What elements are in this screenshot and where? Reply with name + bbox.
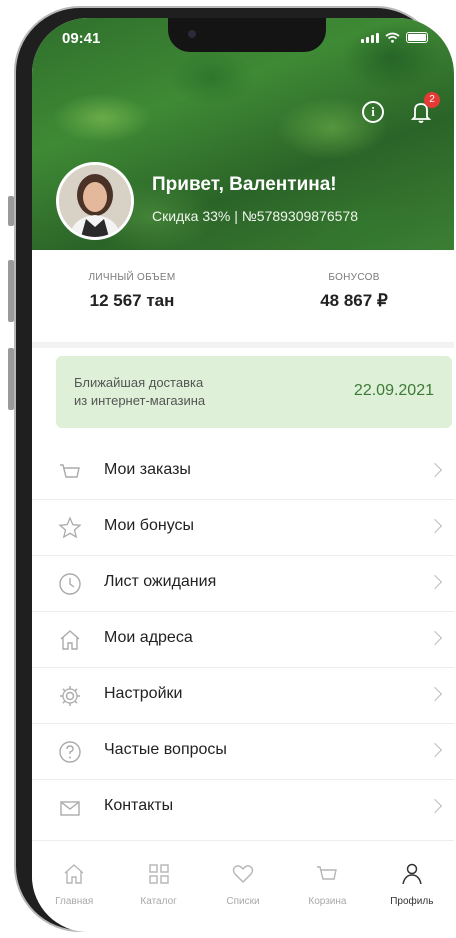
tab-label: Списки bbox=[226, 896, 260, 907]
chevron-right-icon bbox=[427, 630, 443, 646]
bonus-stat: БОНУСОВ 48 867 ₽ bbox=[294, 272, 414, 311]
profile-menu: Мои заказы Мои бонусы Лист ожидания Мои … bbox=[32, 444, 454, 835]
info-icon[interactable]: i bbox=[362, 101, 384, 123]
profile-header: 09:41 i 2 Привет, Валентина! Скидка 33% … bbox=[32, 18, 454, 250]
cart-icon bbox=[60, 464, 80, 478]
chevron-right-icon bbox=[427, 518, 443, 534]
app-screen: 09:41 i 2 Привет, Валентина! Скидка 33% … bbox=[32, 18, 454, 932]
tab-label: Корзина bbox=[308, 896, 347, 907]
chevron-right-icon bbox=[427, 742, 443, 758]
cart-icon bbox=[317, 866, 338, 880]
next-delivery-card[interactable]: Ближайшая доставка из интернет-магазина … bbox=[56, 356, 452, 428]
stats-panel: ЛИЧНЫЙ ОБЪЕМ 12 567 тан БОНУСОВ 48 867 ₽ bbox=[32, 250, 454, 348]
stat-label: ЛИЧНЫЙ ОБЪЕМ bbox=[88, 272, 176, 283]
signal-icon bbox=[361, 33, 379, 43]
menu-item-contacts[interactable]: Контакты bbox=[32, 780, 454, 835]
menu-item-addresses[interactable]: Мои адреса bbox=[32, 612, 454, 668]
tab-cart[interactable]: Корзина bbox=[285, 841, 369, 932]
delivery-label-line2: из интернет-магазина bbox=[74, 393, 206, 408]
camera-notch bbox=[168, 18, 326, 52]
tab-catalog[interactable]: Каталог bbox=[116, 841, 200, 932]
menu-item-label: Мои заказы bbox=[104, 461, 191, 478]
tab-profile[interactable]: Профиль bbox=[370, 841, 454, 932]
menu-item-orders[interactable]: Мои заказы bbox=[32, 444, 454, 500]
discount-and-card-number: Скидка 33% | №5789309876578 bbox=[152, 208, 359, 224]
personal-volume-stat: ЛИЧНЫЙ ОБЪЕМ 12 567 тан bbox=[72, 272, 192, 311]
menu-item-faq[interactable]: Частые вопросы bbox=[32, 724, 454, 780]
chevron-right-icon bbox=[427, 574, 443, 590]
menu-item-label: Мои бонусы bbox=[104, 517, 195, 534]
delivery-label: Ближайшая доставка из интернет-магазина bbox=[74, 374, 274, 410]
menu-item-settings[interactable]: Настройки bbox=[32, 668, 454, 724]
chevron-right-icon bbox=[427, 798, 443, 814]
header-actions: i 2 bbox=[362, 92, 440, 124]
chevron-right-icon bbox=[427, 462, 443, 478]
star-icon bbox=[58, 516, 82, 539]
envelope-icon bbox=[60, 801, 80, 816]
stat-value: 12 567 тан bbox=[89, 291, 175, 310]
menu-item-label: Мои адреса bbox=[104, 629, 193, 646]
menu-item-label: Лист ожидания bbox=[104, 573, 217, 590]
home-icon bbox=[60, 630, 80, 650]
clock-icon bbox=[59, 573, 81, 595]
stat-label: БОНУСОВ bbox=[328, 272, 380, 283]
heart-icon bbox=[232, 865, 254, 883]
battery-icon bbox=[406, 32, 428, 43]
menu-item-bonuses[interactable]: Мои бонусы bbox=[32, 500, 454, 556]
delivery-label-line1: Ближайшая доставка bbox=[74, 375, 204, 390]
bottom-tab-bar: Главная Каталог Списки Корзина Профиль bbox=[32, 840, 454, 932]
avatar[interactable] bbox=[56, 162, 134, 240]
chevron-right-icon bbox=[427, 686, 443, 702]
status-time: 09:41 bbox=[62, 30, 101, 47]
stat-value: 48 867 ₽ bbox=[320, 291, 388, 310]
wifi-icon bbox=[385, 32, 400, 43]
tab-home[interactable]: Главная bbox=[32, 841, 116, 932]
menu-item-waitlist[interactable]: Лист ожидания bbox=[32, 556, 454, 612]
person-icon bbox=[402, 863, 422, 885]
delivery-date: 22.09.2021 bbox=[353, 382, 434, 399]
home-icon bbox=[64, 864, 84, 884]
tab-label: Профиль bbox=[390, 896, 434, 907]
grid-icon bbox=[148, 864, 169, 884]
tab-label: Главная bbox=[55, 896, 94, 907]
notifications-button[interactable]: 2 bbox=[410, 92, 440, 124]
phone-frame: 09:41 i 2 Привет, Валентина! Скидка 33% … bbox=[14, 6, 454, 932]
menu-item-label: Контакты bbox=[104, 797, 174, 814]
notification-badge: 2 bbox=[424, 92, 440, 108]
greeting-title: Привет, Валентина! bbox=[152, 174, 337, 195]
status-icons bbox=[361, 32, 428, 43]
tab-lists[interactable]: Списки bbox=[201, 841, 285, 932]
tab-label: Каталог bbox=[140, 896, 177, 907]
menu-item-label: Настройки bbox=[104, 685, 183, 702]
question-icon bbox=[59, 741, 81, 763]
menu-item-label: Частые вопросы bbox=[104, 741, 227, 758]
gear-icon bbox=[60, 686, 80, 706]
